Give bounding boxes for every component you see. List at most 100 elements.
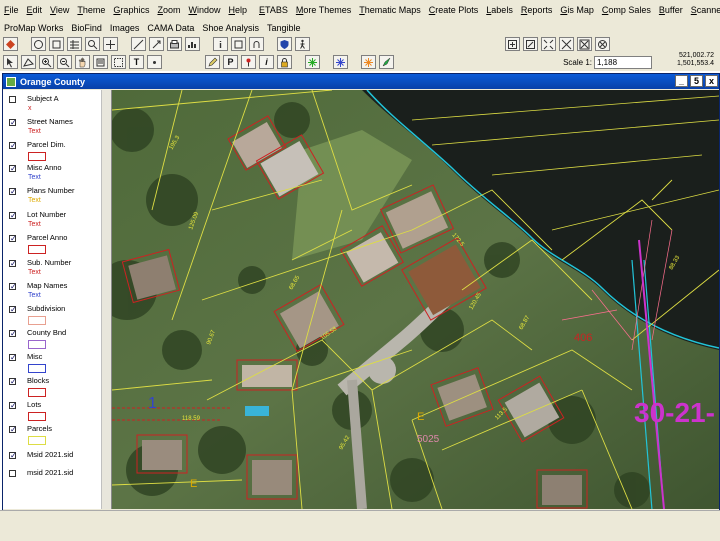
paint-icon[interactable] (379, 55, 394, 69)
layer-visibility-checkbox[interactable]: ✓ (9, 235, 17, 243)
blue-marker-icon[interactable] (333, 55, 348, 69)
menu-view[interactable]: View (46, 5, 73, 15)
menu-gis-map[interactable]: Gis Map (556, 5, 598, 15)
maximize-button[interactable]: 5 (690, 75, 703, 87)
info-tool-icon[interactable]: i (259, 55, 274, 69)
menu-reports[interactable]: Reports (517, 5, 557, 15)
menu-etabs[interactable]: ETABS (255, 5, 292, 15)
map-view[interactable]: 195.3 125.09 68.65 90.67 172.5 120.45 10… (112, 90, 719, 509)
menu-labels[interactable]: Labels (482, 5, 517, 15)
legend-text-symbol: Text (28, 174, 41, 181)
pencil-icon[interactable] (205, 55, 220, 69)
legend-swatch (28, 364, 46, 373)
layer-visibility-checkbox[interactable]: ✓ (9, 306, 17, 314)
layer-visibility-checkbox[interactable] (9, 470, 16, 477)
pan-icon[interactable] (75, 55, 90, 69)
layer-visibility-checkbox[interactable]: ✓ (9, 283, 17, 291)
layer-visibility-checkbox[interactable]: ✓ (9, 212, 17, 220)
menu-scanned-plats[interactable]: Scanned Plats (687, 5, 720, 15)
scale-input[interactable] (594, 55, 652, 69)
legend-text-symbol: x (28, 105, 32, 112)
legend-scrollbar[interactable] (101, 90, 111, 509)
walker-icon[interactable] (295, 37, 310, 51)
layer-visibility-checkbox[interactable]: ✓ (9, 188, 17, 196)
menu-file[interactable]: File (0, 5, 23, 15)
menu-graphics[interactable]: Graphics (109, 5, 153, 15)
layer-visibility-checkbox[interactable]: ✓ (9, 330, 17, 338)
zoom-selected-icon[interactable] (559, 37, 574, 51)
menu-edit[interactable]: Edit (23, 5, 47, 15)
legend-swatch (28, 340, 46, 349)
text-tool-icon[interactable]: T (129, 55, 144, 69)
find-icon[interactable] (85, 37, 100, 51)
help-icon[interactable] (231, 37, 246, 51)
zoom-out-icon[interactable] (57, 55, 72, 69)
close-button[interactable]: x (705, 75, 718, 87)
layer-visibility-checkbox[interactable]: ✓ (9, 260, 17, 268)
select-icon[interactable] (111, 55, 126, 69)
zoom-in-icon[interactable] (39, 55, 54, 69)
menu-theme[interactable]: Theme (73, 5, 109, 15)
zoom-full-icon[interactable] (505, 37, 520, 51)
minimize-button[interactable]: _ (675, 75, 688, 87)
locate-icon[interactable] (103, 37, 118, 51)
view-titlebar: Orange County _ 5 x (3, 74, 719, 89)
add-theme-icon[interactable] (3, 37, 18, 51)
layer-visibility-checkbox[interactable] (9, 96, 16, 103)
layer-visibility-checkbox[interactable]: ✓ (9, 354, 17, 362)
scale-label: Scale 1: (563, 57, 592, 67)
arch-icon[interactable] (249, 37, 264, 51)
view-title: Orange County (20, 76, 86, 87)
legend-swatch (28, 152, 46, 161)
zoom-extent-icon[interactable] (541, 37, 556, 51)
menu-help[interactable]: Help (224, 5, 251, 15)
layer-visibility-checkbox[interactable]: ✓ (9, 402, 17, 410)
p-tool-icon[interactable]: P (223, 55, 238, 69)
layer-visibility-checkbox[interactable]: ✓ (9, 142, 17, 150)
legend-item-label: Subdivision (27, 304, 66, 313)
zoom-previous-icon[interactable] (577, 37, 592, 51)
menu-cama-data[interactable]: CAMA Data (143, 23, 198, 33)
table-icon[interactable] (67, 37, 82, 51)
draw-point-icon[interactable] (147, 55, 162, 69)
menu-thematic-maps[interactable]: Thematic Maps (355, 5, 425, 15)
layer-visibility-checkbox[interactable]: ✓ (9, 119, 17, 127)
info-icon[interactable] (213, 37, 228, 51)
layer-visibility-checkbox[interactable]: ✓ (9, 165, 17, 173)
legend-item-label: Msid 2021.sid (27, 450, 74, 459)
menu-zoom[interactable]: Zoom (153, 5, 184, 15)
menu-comp-sales[interactable]: Comp Sales (598, 5, 655, 15)
menu-images[interactable]: Images (106, 23, 144, 33)
identify-icon[interactable] (93, 55, 108, 69)
theme-properties-icon[interactable] (31, 37, 46, 51)
chart-icon[interactable] (185, 37, 200, 51)
menu-create-plots[interactable]: Create Plots (425, 5, 483, 15)
measure-icon[interactable] (131, 37, 146, 51)
hotlink-icon[interactable] (149, 37, 164, 51)
legend-swatch (28, 316, 46, 325)
menu-window[interactable]: Window (184, 5, 224, 15)
menu-tangible[interactable]: Tangible (263, 23, 305, 33)
layer-visibility-checkbox[interactable]: ✓ (9, 378, 17, 386)
zoom-active-icon[interactable] (595, 37, 610, 51)
legend-item-label: Lot Number (27, 210, 67, 219)
layer-visibility-checkbox[interactable]: ✓ (9, 452, 17, 460)
green-marker-icon[interactable] (305, 55, 320, 69)
orange-marker-icon[interactable] (361, 55, 376, 69)
menu-shoe-analysis[interactable]: Shoe Analysis (198, 23, 263, 33)
menu-buffer[interactable]: Buffer (655, 5, 687, 15)
shield-icon[interactable] (277, 37, 292, 51)
pointer-icon[interactable] (3, 55, 18, 69)
menu-biofind[interactable]: BioFind (67, 23, 106, 33)
lock-icon[interactable] (277, 55, 292, 69)
legend-item-label: Parcels (27, 424, 53, 433)
menu-promap-works[interactable]: ProMap Works (0, 23, 67, 33)
pin-icon[interactable] (241, 55, 256, 69)
view-window: Orange County _ 5 x Subject A x ✓ Street Na… (2, 73, 720, 511)
vertex-edit-icon[interactable] (21, 55, 36, 69)
edit-legend-icon[interactable] (49, 37, 64, 51)
print-icon[interactable] (167, 37, 182, 51)
menu-more-themes[interactable]: More Themes (292, 5, 355, 15)
layer-visibility-checkbox[interactable]: ✓ (9, 426, 17, 434)
zoom-in-area-icon[interactable] (523, 37, 538, 51)
